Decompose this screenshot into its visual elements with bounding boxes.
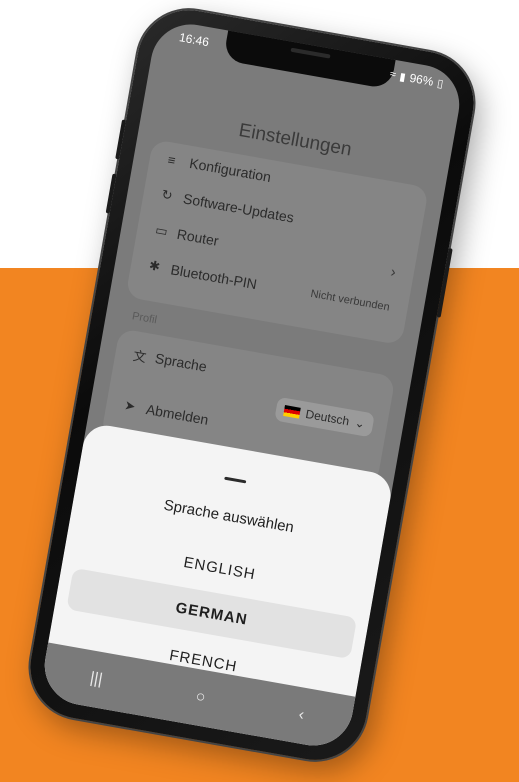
- bluetooth-icon: ✱: [148, 257, 162, 275]
- sheet-grabber[interactable]: [224, 476, 247, 484]
- chevron-down-icon: ⌄: [353, 415, 367, 432]
- refresh-icon: ↻: [160, 186, 174, 204]
- settings-card: ≡ Konfiguration ↻ Software-Updates ▭ Rou…: [125, 139, 429, 346]
- recents-icon[interactable]: |||: [88, 669, 104, 689]
- row-label: Router: [175, 225, 220, 249]
- chevron-right-icon: ›: [389, 263, 398, 281]
- row-label: Software-Updates: [181, 190, 296, 226]
- bluetooth-status: Nicht verbunden: [309, 287, 391, 314]
- battery-percentage: 96%: [408, 70, 435, 89]
- row-label: Konfiguration: [188, 154, 273, 186]
- signal-icon: ▮: [398, 70, 407, 84]
- home-icon[interactable]: ○: [194, 688, 206, 707]
- row-label: Bluetooth-PIN: [169, 261, 259, 293]
- status-right: ≈ ▮ 96% ▯: [389, 67, 445, 90]
- wifi-icon: ≈: [388, 68, 397, 82]
- german-flag-icon: [283, 404, 301, 419]
- sliders-icon: ≡: [166, 151, 177, 168]
- status-time: 16:46: [178, 30, 211, 50]
- row-label: Abmelden: [144, 401, 210, 428]
- battery-icon: ▯: [436, 77, 445, 91]
- section-label-profil: Profil: [131, 310, 158, 327]
- back-icon[interactable]: ‹: [297, 706, 305, 725]
- row-label: Sprache: [153, 349, 209, 375]
- language-bottom-sheet: Sprache auswählen ENGLISH GERMAN FRENCH …: [38, 421, 395, 752]
- router-icon: ▭: [154, 222, 169, 239]
- logout-icon: ➤: [123, 397, 137, 414]
